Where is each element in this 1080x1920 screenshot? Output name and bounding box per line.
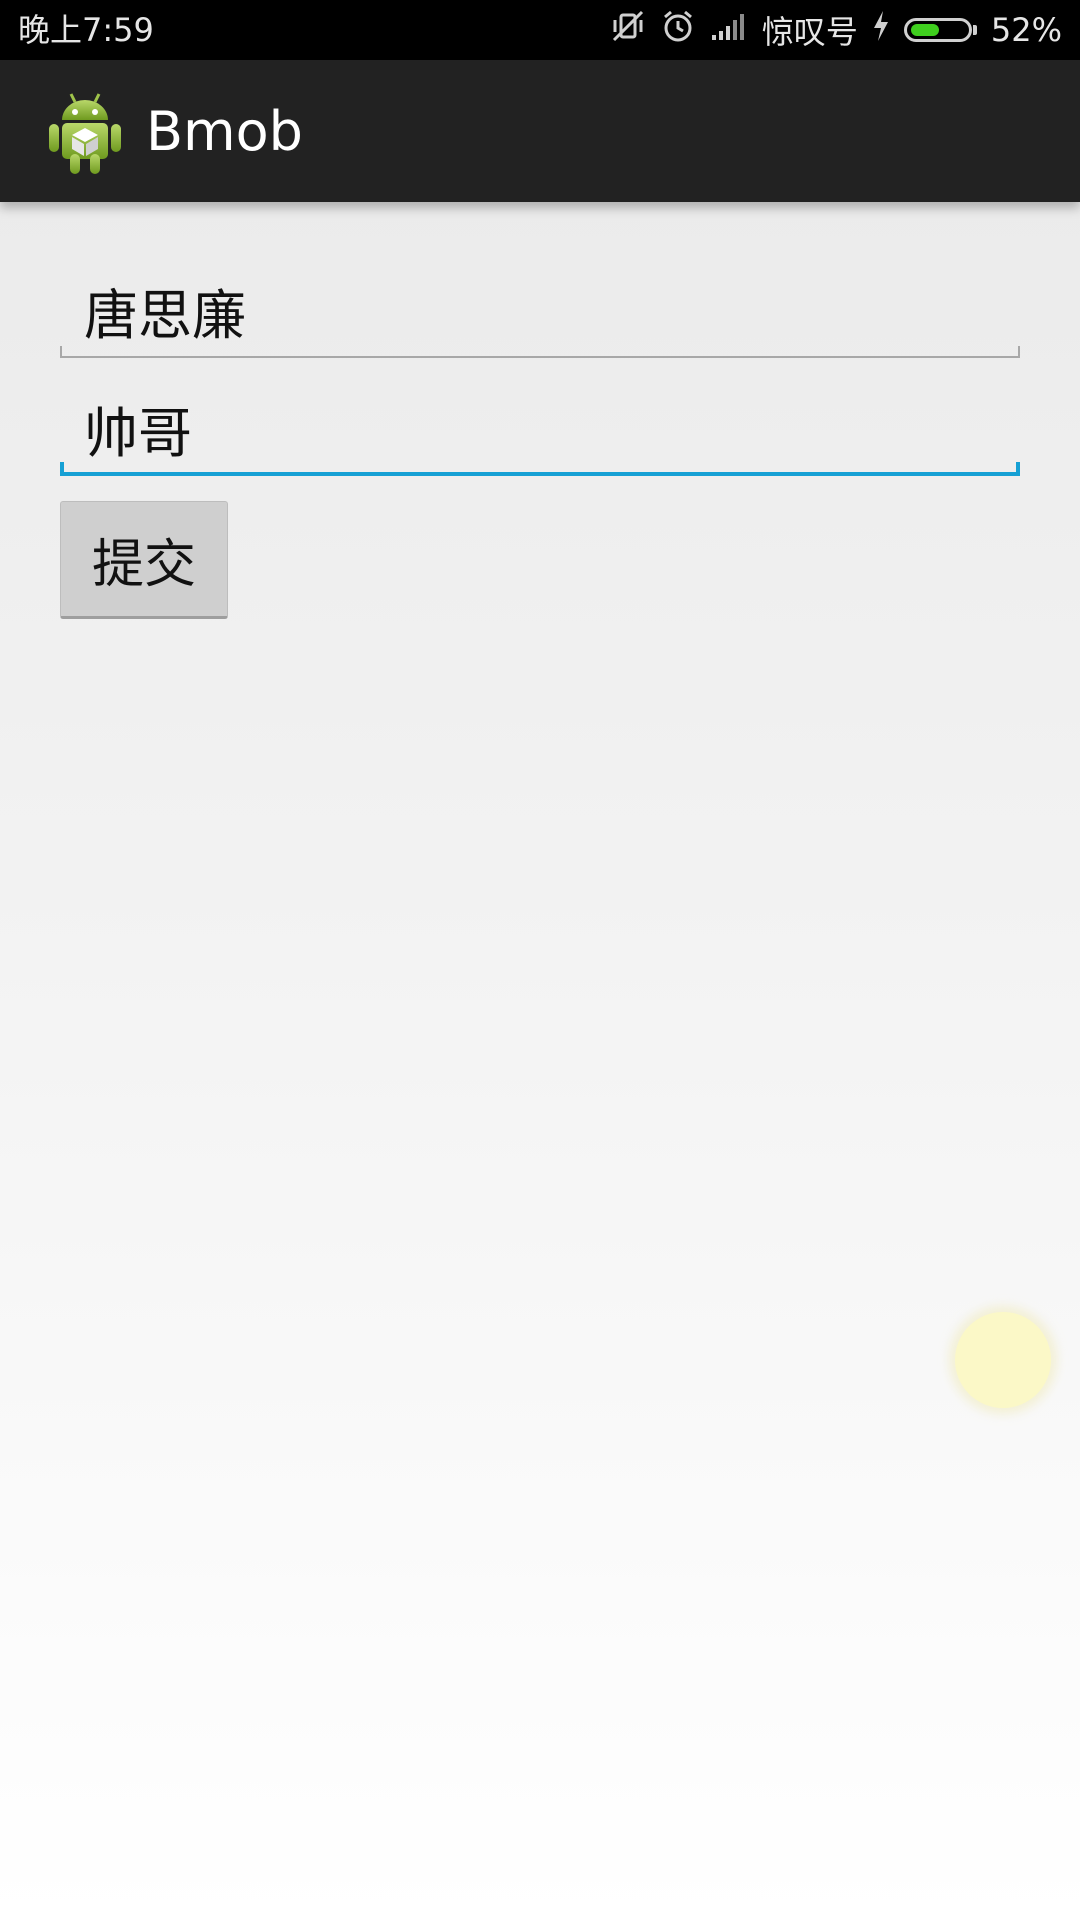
battery-fill: [910, 24, 939, 36]
status-bar: 晚上7:59 惊叹号 52%: [0, 0, 1080, 60]
battery-cap: [972, 25, 977, 35]
battery-percent: 52%: [990, 11, 1062, 49]
charging-icon: [872, 10, 890, 50]
action-bar: Bmob: [0, 60, 1080, 202]
app-title: Bmob: [146, 100, 303, 163]
description-field[interactable]: 帅哥: [60, 380, 1020, 476]
status-icons: 惊叹号 52%: [596, 8, 1062, 52]
carrier-name: 惊叹号: [761, 13, 858, 51]
battery-icon: [903, 18, 972, 42]
touch-indicator: [955, 1312, 1051, 1408]
android-app-icon[interactable]: [44, 88, 126, 176]
name-field-tick-left: [60, 346, 62, 358]
vibrate-off-icon: [610, 8, 646, 52]
description-field-tick-left: [60, 462, 64, 476]
name-field[interactable]: 唐思廉: [60, 262, 1020, 358]
submit-button-label: 提交: [91, 534, 196, 595]
submit-button[interactable]: 提交: [60, 501, 228, 619]
name-field-underline: [60, 356, 1020, 358]
name-field-tick-right: [1018, 346, 1020, 358]
description-field-tick-right: [1016, 462, 1020, 476]
signal-icon: [710, 11, 748, 49]
name-field-value: 唐思廉: [84, 284, 246, 347]
alarm-icon: [660, 8, 696, 52]
description-field-value: 帅哥: [84, 402, 192, 465]
status-time: 晚上7:59: [18, 11, 154, 49]
description-field-underline: [60, 472, 1020, 476]
